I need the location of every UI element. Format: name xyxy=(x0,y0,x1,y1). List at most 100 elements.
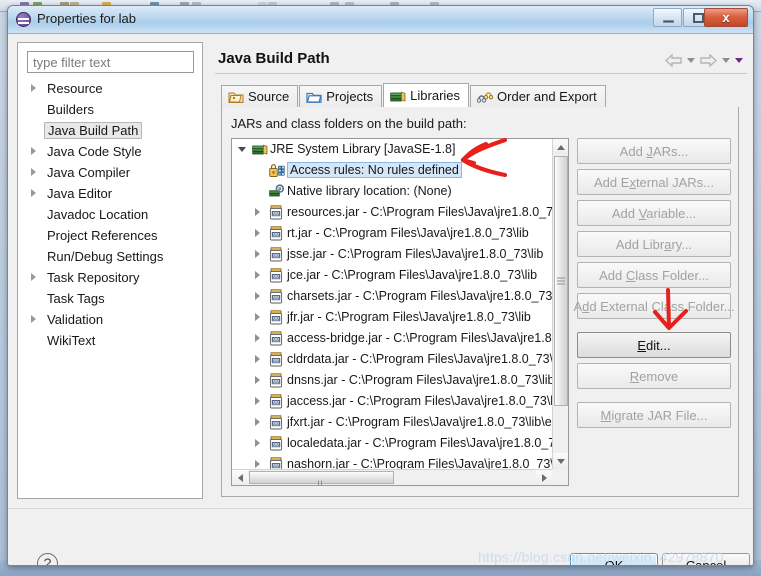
library-tree-row[interactable]: 010 localedata.jar - C:\Program Files\Jav… xyxy=(232,433,568,454)
edit-button[interactable]: Edit... xyxy=(577,332,731,358)
tab-projects[interactable]: Projects xyxy=(299,85,383,107)
expand-triangle-icon[interactable] xyxy=(31,315,36,323)
add-external-jars-button[interactable]: Add External JARs... xyxy=(577,169,731,195)
expand-triangle-icon[interactable] xyxy=(255,271,260,279)
add-library-button[interactable]: Add Library... xyxy=(577,231,731,257)
add-external-class-folder-button[interactable]: Add External Class Folder... xyxy=(573,293,735,319)
library-tree-row[interactable]: 010 charsets.jar - C:\Program Files\Java\… xyxy=(232,286,568,307)
tab-source[interactable]: Source xyxy=(221,85,299,107)
library-tree-row[interactable]: 010 cldrdata.jar - C:\Program Files\Java\… xyxy=(232,349,568,370)
sidebar-item-java-editor[interactable]: Java Editor xyxy=(18,184,202,205)
sidebar-item-project-references[interactable]: Project References xyxy=(18,226,202,247)
add-variable-button[interactable]: Add Variable... xyxy=(577,200,731,226)
help-button[interactable]: ? xyxy=(37,553,58,565)
add-class-folder-button[interactable]: Add Class Folder... xyxy=(577,262,731,288)
button-spacer xyxy=(577,324,731,332)
sidebar-item-javadoc-location[interactable]: Javadoc Location xyxy=(18,205,202,226)
open-folder-icon xyxy=(306,90,322,104)
svg-text:010: 010 xyxy=(272,379,280,384)
expand-triangle-icon[interactable] xyxy=(255,460,260,468)
button-label: Add Library... xyxy=(615,236,693,252)
svg-text:010: 010 xyxy=(272,442,280,447)
sidebar-item-run-debug-settings[interactable]: Run/Debug Settings xyxy=(18,247,202,268)
sidebar-item-task-repository[interactable]: Task Repository xyxy=(18,268,202,289)
remove-button[interactable]: Remove xyxy=(577,363,731,389)
tab-libraries[interactable]: Libraries xyxy=(383,83,470,107)
expand-triangle-icon[interactable] xyxy=(255,439,260,447)
scroll-left-arrow-icon[interactable] xyxy=(232,470,248,485)
svg-text:010: 010 xyxy=(272,274,280,279)
library-tree-row[interactable]: 010 jsse.jar - C:\Program Files\Java\jre1… xyxy=(232,244,568,265)
library-tree-row[interactable]: 010 rt.jar - C:\Program Files\Java\jre1.8… xyxy=(232,223,568,244)
expand-triangle-icon[interactable] xyxy=(255,292,260,300)
back-history-chevron-down-icon[interactable] xyxy=(687,57,695,63)
expand-triangle-icon[interactable] xyxy=(31,147,36,155)
expand-triangle-icon[interactable] xyxy=(255,355,260,363)
sidebar-item-java-build-path[interactable]: Java Build Path xyxy=(18,121,202,142)
expand-triangle-icon[interactable] xyxy=(31,273,36,281)
library-tree-row[interactable]: 010 jaccess.jar - C:\Program Files\Java\j… xyxy=(232,391,568,412)
expand-triangle-icon[interactable] xyxy=(31,84,36,92)
library-tree-row[interactable]: Native library location: (None) xyxy=(232,181,568,202)
expand-triangle-icon[interactable] xyxy=(255,208,260,216)
vertical-scroll-thumb[interactable] xyxy=(554,156,568,406)
expand-triangle-icon[interactable] xyxy=(255,418,260,426)
vertical-scrollbar[interactable] xyxy=(552,139,568,469)
collapse-triangle-icon[interactable] xyxy=(238,147,246,152)
library-tree-row[interactable]: 010 dnsns.jar - C:\Program Files\Java\jre… xyxy=(232,370,568,391)
add-jars-button[interactable]: Add JARs... xyxy=(577,138,731,164)
scroll-down-arrow-icon[interactable] xyxy=(553,453,568,469)
tab-label: Order and Export xyxy=(497,89,597,104)
expand-triangle-icon[interactable] xyxy=(255,229,260,237)
library-tree-row[interactable]: 010 resources.jar - C:\Program Files\Java… xyxy=(232,202,568,223)
view-menu-chevron-down-icon[interactable] xyxy=(735,57,743,63)
native-library-icon xyxy=(269,184,285,198)
sidebar-item-validation[interactable]: Validation xyxy=(18,310,202,331)
expand-triangle-icon[interactable] xyxy=(255,313,260,321)
libraries-tree[interactable]: JRE System Library [JavaSE-1.8] Access ru… xyxy=(231,138,569,486)
tab-order-and-export[interactable]: Order and Export xyxy=(470,85,606,107)
expand-triangle-icon[interactable] xyxy=(31,168,36,176)
minimize-button[interactable] xyxy=(653,8,682,27)
scroll-right-arrow-icon[interactable] xyxy=(536,470,552,485)
ok-button[interactable]: OK xyxy=(570,553,658,565)
sidebar-item-task-tags[interactable]: Task Tags xyxy=(18,289,202,310)
expand-triangle-icon[interactable] xyxy=(31,189,36,197)
library-tree-row[interactable]: JRE System Library [JavaSE-1.8] xyxy=(232,139,568,160)
forward-history-chevron-down-icon[interactable] xyxy=(722,57,730,63)
expand-triangle-icon[interactable] xyxy=(255,397,260,405)
svg-text:010: 010 xyxy=(272,253,280,258)
library-tree-row[interactable]: 010 jfxrt.jar - C:\Program Files\Java\jre… xyxy=(232,412,568,433)
horizontal-scroll-thumb[interactable] xyxy=(249,471,394,485)
library-tree-row[interactable]: 010 jce.jar - C:\Program Files\Java\jre1.… xyxy=(232,265,568,286)
filter-input[interactable]: type filter text xyxy=(27,51,194,73)
library-tree-label: rt.jar - C:\Program Files\Java\jre1.8.0_… xyxy=(287,226,529,240)
sidebar-item-wikitext[interactable]: WikiText xyxy=(18,331,202,352)
sidebar-item-builders[interactable]: Builders xyxy=(18,100,202,121)
migrate-jar-file-button[interactable]: Migrate JAR File... xyxy=(577,402,731,428)
back-arrow-icon[interactable] xyxy=(665,53,682,67)
library-tree-label: Access rules: No rules defined xyxy=(287,162,462,178)
svg-text:010: 010 xyxy=(272,316,280,321)
library-tree-label: charsets.jar - C:\Program Files\Java\jre… xyxy=(287,289,568,303)
dialog-title-bar[interactable]: Properties for lab x xyxy=(8,6,753,34)
sidebar-item-java-compiler[interactable]: Java Compiler xyxy=(18,163,202,184)
library-tree-row[interactable]: 010 access-bridge.jar - C:\Program Files\… xyxy=(232,328,568,349)
cancel-button[interactable]: Cancel xyxy=(662,553,750,565)
sidebar-item-resource[interactable]: Resource xyxy=(18,79,202,100)
library-tree-row[interactable]: 010 jfr.jar - C:\Program Files\Java\jre1.… xyxy=(232,307,568,328)
expand-triangle-icon[interactable] xyxy=(255,250,260,258)
library-tree-label: jsse.jar - C:\Program Files\Java\jre1.8.… xyxy=(287,247,544,261)
expand-triangle-icon[interactable] xyxy=(255,376,260,384)
horizontal-scrollbar[interactable] xyxy=(232,469,552,485)
expand-triangle-icon[interactable] xyxy=(255,334,260,342)
sidebar-item-java-code-style[interactable]: Java Code Style xyxy=(18,142,202,163)
sidebar-item-label: Javadoc Location xyxy=(47,207,149,222)
forward-arrow-icon[interactable] xyxy=(700,53,717,67)
scroll-up-arrow-icon[interactable] xyxy=(553,139,568,155)
close-button[interactable]: x xyxy=(704,8,748,27)
access-rules-icon xyxy=(269,163,285,177)
library-tree-row[interactable]: Access rules: No rules defined xyxy=(232,160,568,181)
properties-dialog: Properties for lab x type filter text Re… xyxy=(7,5,754,566)
button-label: Add External Class Folder... xyxy=(573,298,735,314)
